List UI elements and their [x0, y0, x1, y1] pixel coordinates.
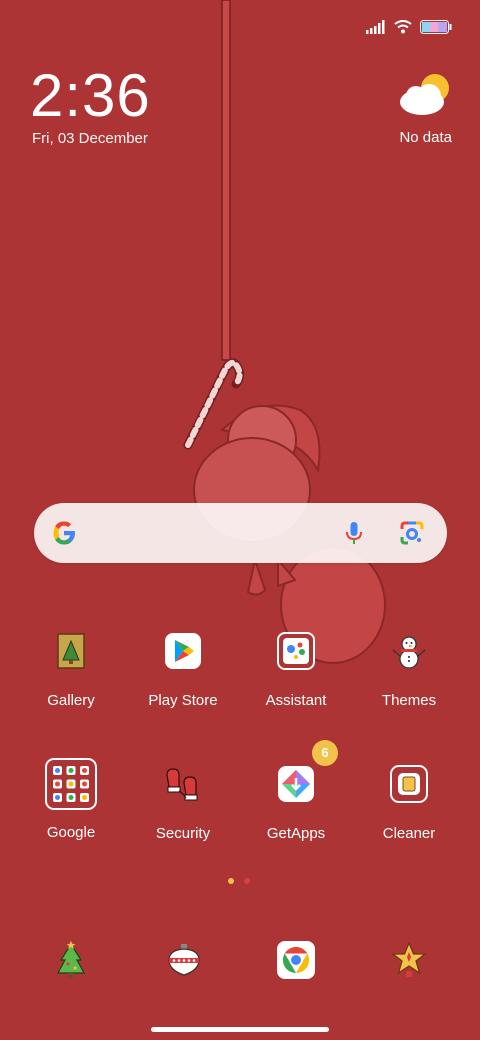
app-label: GetApps [266, 825, 326, 842]
app-label: Play Store [148, 692, 218, 709]
clock-time[interactable]: 2:36 [30, 66, 151, 126]
app-assistant[interactable]: Assistant [241, 632, 351, 709]
app-security[interactable]: Security [128, 765, 238, 842]
wifi-icon [394, 20, 412, 34]
christmas-tree-icon[interactable] [51, 940, 91, 980]
play-store-icon [165, 633, 201, 669]
page-dot-active[interactable] [228, 878, 234, 884]
app-getapps[interactable]: GetApps [241, 765, 351, 842]
google-folder-icon [45, 758, 97, 810]
battery-icon [420, 20, 452, 34]
app-gallery[interactable]: Gallery [16, 632, 126, 709]
google-search-bar[interactable] [34, 503, 447, 563]
clock-date[interactable]: Fri, 03 December [32, 130, 148, 147]
app-label: Cleaner [382, 825, 436, 842]
partly-cloudy-icon [400, 74, 449, 115]
notification-badge: 6 [312, 740, 338, 766]
app-label: Security [155, 825, 211, 842]
app-google-folder[interactable]: Google [16, 758, 126, 841]
home-gesture-bar[interactable] [151, 1027, 329, 1032]
microphone-icon[interactable] [340, 519, 368, 547]
mittens-icon [166, 768, 198, 801]
chrome-icon[interactable] [276, 940, 316, 980]
weather-status: No data [399, 129, 452, 146]
page-dot[interactable] [244, 878, 250, 884]
status-bar [366, 16, 452, 38]
star-icon[interactable] [389, 940, 429, 980]
assistant-icon [277, 632, 315, 670]
app-play-store[interactable]: Play Store [128, 632, 238, 709]
google-g-icon [53, 521, 75, 545]
lens-camera-icon[interactable] [398, 519, 426, 547]
cleaner-icon [390, 765, 428, 803]
page-indicator[interactable] [228, 878, 250, 884]
app-themes[interactable]: Themes [354, 632, 464, 709]
app-label: Google [46, 824, 96, 841]
app-label: Themes [381, 692, 437, 709]
app-cleaner[interactable]: Cleaner [354, 765, 464, 842]
gallery-card-icon [57, 633, 85, 669]
snowman-icon [392, 636, 426, 669]
getapps-icon [278, 766, 314, 802]
signal-icon [366, 20, 385, 34]
app-label: Gallery [47, 692, 95, 709]
app-label: Assistant [265, 692, 327, 709]
ornament-icon[interactable] [164, 940, 204, 980]
